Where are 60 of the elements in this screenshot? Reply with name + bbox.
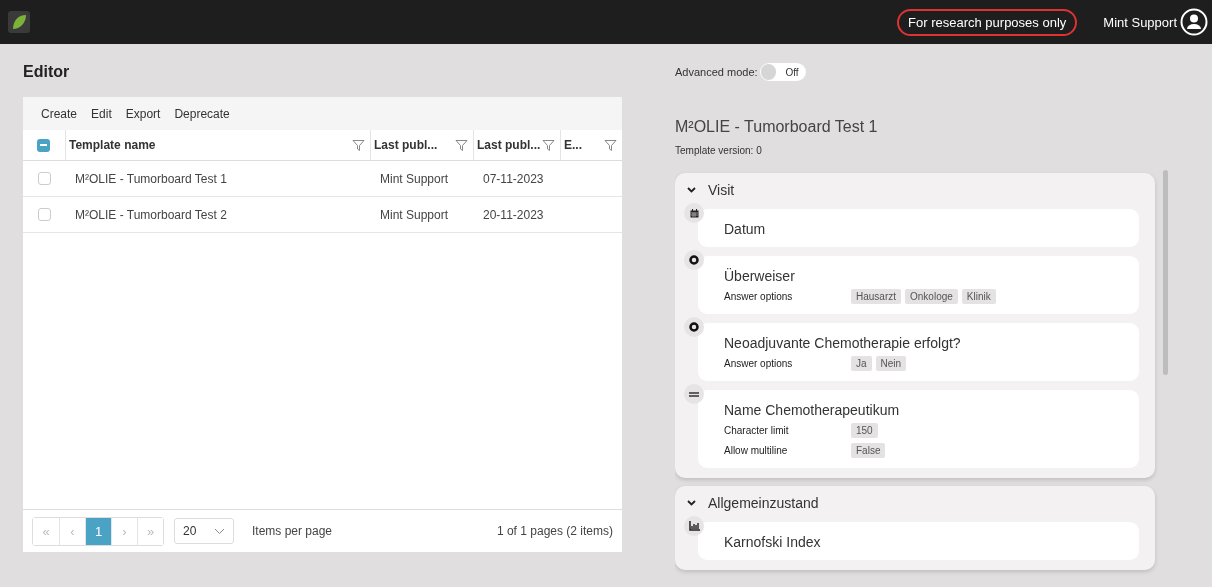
chevron-icon[interactable] [687, 500, 696, 506]
radio-icon [684, 317, 704, 337]
radio-icon [684, 250, 704, 270]
option-tag: Klinik [961, 289, 996, 304]
filter-icon[interactable] [455, 138, 468, 152]
row-checkbox[interactable] [37, 208, 51, 221]
table-cell: 07-11-2023 [483, 171, 544, 186]
scrollbar[interactable] [1163, 170, 1168, 375]
advanced-mode-label: Advanced mode: [675, 66, 758, 78]
filter-icon[interactable] [542, 138, 555, 152]
table-cell: Mint Support [380, 171, 449, 186]
column-header[interactable]: E... [564, 138, 582, 152]
page-size-label: Items per page [252, 524, 334, 538]
calendar-icon [684, 203, 704, 223]
option-tag: Ja [851, 356, 872, 371]
column-header[interactable]: Last publ... [374, 138, 438, 152]
section-title[interactable]: Allgemeinzustand [708, 495, 819, 511]
filter-icon[interactable] [604, 138, 617, 152]
property-label: Allow multiline [724, 445, 789, 456]
toolbar-button[interactable]: Export [125, 106, 161, 121]
page-size-dropdown[interactable]: 20 [174, 518, 234, 544]
select-all-checkbox[interactable] [36, 138, 50, 152]
template-title: M²OLIE - Tumorboard Test 1 [675, 117, 879, 137]
table-cell: Mint Support [380, 207, 449, 222]
table-cell: 20-11-2023 [483, 207, 544, 222]
text-lines-icon [684, 384, 704, 404]
property-label: Answer options [724, 291, 794, 302]
user-name[interactable]: Mint Support [1103, 14, 1177, 30]
filter-icon[interactable] [352, 138, 365, 152]
field-name: Karnofski Index [724, 534, 822, 550]
row-checkbox[interactable] [37, 172, 51, 185]
section-title[interactable]: Visit [708, 182, 735, 198]
option-tag: False [851, 443, 886, 458]
column-header[interactable]: Last publ... [477, 138, 541, 152]
research-badge: For research purposes only [897, 8, 1078, 36]
leaf-logo-icon [8, 11, 30, 33]
chevron-down-icon[interactable] [214, 527, 225, 535]
user-avatar-icon[interactable] [1180, 8, 1208, 36]
page-title: Editor [23, 62, 71, 82]
option-tag: Hausarzt [851, 289, 901, 304]
property-label: Answer options [724, 358, 794, 369]
option-tag: 150 [851, 423, 878, 438]
column-header[interactable]: Template name [69, 138, 156, 152]
option-tag: Nein [875, 356, 907, 371]
advanced-mode-toggle[interactable]: Off [759, 63, 806, 81]
table-cell: M²OLIE - Tumorboard Test 2 [75, 207, 227, 222]
field-name: Name Chemotherapeutikum [724, 402, 901, 418]
field-name: Neoadjuvante Chemotherapie erfolgt? [724, 335, 962, 351]
chart-icon [684, 516, 704, 536]
toolbar-button[interactable]: Create [41, 106, 78, 121]
chevron-icon[interactable] [687, 187, 696, 193]
table-cell: M²OLIE - Tumorboard Test 1 [75, 171, 227, 186]
toolbar-button[interactable]: Edit [91, 106, 112, 121]
page-summary: 1 of 1 pages (2 items) [496, 524, 613, 538]
field-name: Datum [724, 221, 767, 237]
option-tag: Onkologe [905, 289, 958, 304]
property-label: Character limit [724, 425, 790, 436]
toolbar-button[interactable]: Deprecate [174, 106, 230, 121]
template-version: Template version: 0 [675, 144, 763, 158]
field-name: Überweiser [724, 268, 796, 284]
